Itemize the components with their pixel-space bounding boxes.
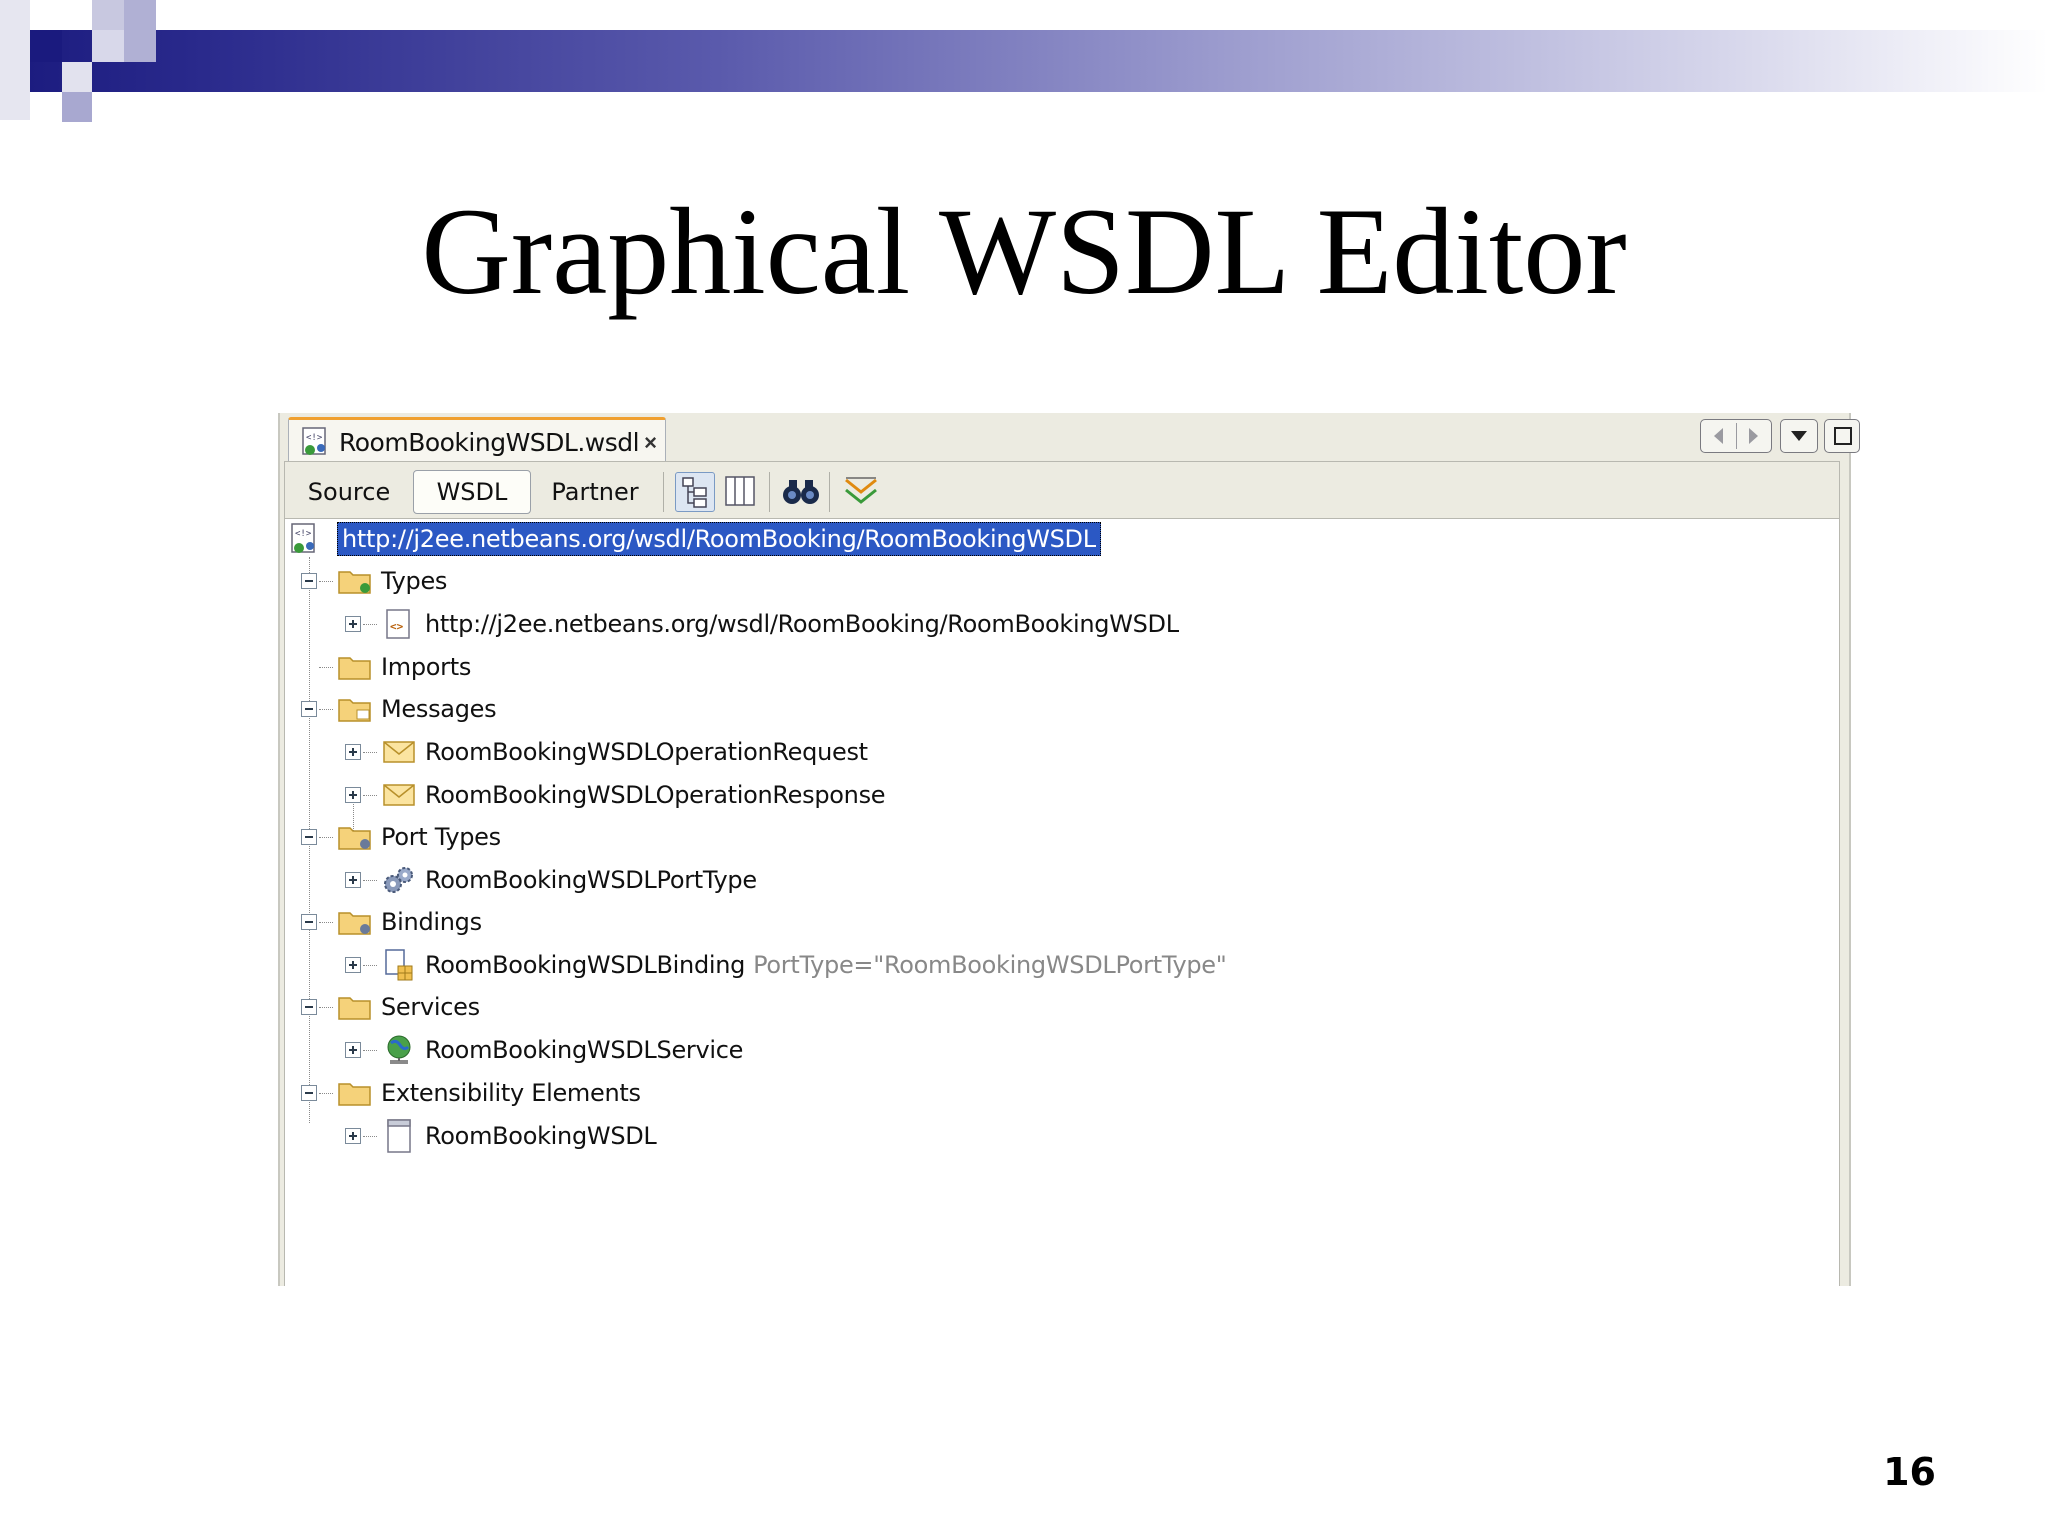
svg-text:<!>: <!>: [295, 529, 312, 539]
tree-node-messages[interactable]: Messages: [301, 689, 497, 729]
scroll-left-icon[interactable]: [1711, 427, 1727, 450]
decor-square: [62, 92, 92, 122]
envelope-icon: [381, 778, 417, 812]
toolbar-separator: [769, 472, 770, 512]
expand-toggle[interactable]: [345, 872, 361, 888]
decor-square: [92, 0, 124, 30]
wsdl-editor-window: <!> RoomBookingWSDL.wsdl × Source WSDL P…: [278, 413, 1860, 1286]
dropdown-button[interactable]: [1780, 419, 1818, 453]
tree-node-label: Services: [381, 993, 480, 1021]
tree-node-binding[interactable]: RoomBookingWSDLBinding PortType="RoomBoo…: [345, 945, 1227, 985]
folder-icon: [337, 650, 373, 684]
expand-toggle[interactable]: [345, 1128, 361, 1144]
slide-number: 16: [1883, 1450, 1936, 1494]
decor-square: [30, 30, 62, 62]
toolbar-separator: [663, 472, 664, 512]
envelope-icon: [381, 735, 417, 769]
tree-node-services[interactable]: Services: [301, 987, 480, 1027]
tree-node-label: Messages: [381, 695, 497, 723]
editor-tab[interactable]: <!> RoomBookingWSDL.wsdl ×: [288, 417, 666, 461]
maximize-icon: [1833, 426, 1853, 451]
wsdl-view-button[interactable]: WSDL: [413, 470, 531, 514]
tab-title: RoomBookingWSDL.wsdl: [339, 428, 640, 457]
tree-node-bindings[interactable]: Bindings: [301, 902, 482, 942]
tree-node-label: http://j2ee.netbeans.org/wsdl/RoomBookin…: [425, 610, 1179, 638]
globe-icon: [381, 1033, 417, 1067]
partner-view-button[interactable]: Partner: [535, 470, 655, 514]
folder-icon: [337, 1076, 373, 1110]
expand-toggle[interactable]: [345, 1042, 361, 1058]
decor-square: [92, 30, 124, 62]
folder-icon: [337, 990, 373, 1024]
tree-node-label: RoomBookingWSDLService: [425, 1036, 744, 1064]
maximize-button[interactable]: [1824, 419, 1860, 453]
collapse-toggle[interactable]: [301, 701, 317, 717]
schema-icon: <>: [381, 607, 417, 641]
tree-node-label: Imports: [381, 653, 472, 681]
tree-node-imports[interactable]: Imports: [301, 647, 471, 687]
decor-square: [62, 62, 92, 92]
wsdl-file-icon: <!>: [301, 426, 331, 463]
scroll-right-icon[interactable]: [1745, 427, 1761, 450]
collapse-toggle[interactable]: [301, 1085, 317, 1101]
document-icon: [381, 1119, 417, 1153]
tree-node-message[interactable]: RoomBookingWSDLOperationResponse: [345, 775, 886, 815]
tree-node-schema[interactable]: <> http://j2ee.netbeans.org/wsdl/RoomBoo…: [345, 604, 1179, 644]
collapse-toggle[interactable]: [301, 829, 317, 845]
tree-node-label: RoomBookingWSDLPortType: [425, 866, 757, 894]
tree-node-label: RoomBookingWSDLBinding: [425, 951, 746, 979]
expand-toggle[interactable]: [345, 957, 361, 973]
types-folder-icon: [337, 564, 373, 598]
tree-node-message[interactable]: RoomBookingWSDLOperationRequest: [345, 732, 868, 772]
expand-toggle[interactable]: [345, 744, 361, 760]
toolbar-separator: [829, 472, 830, 512]
tree-node-label: RoomBookingWSDLOperationRequest: [425, 738, 868, 766]
header-band: [0, 30, 2048, 92]
tree-node-label: Port Types: [381, 823, 501, 851]
binding-icon: [381, 948, 417, 982]
gears-icon: [381, 863, 417, 897]
wsdl-file-icon: <!>: [287, 522, 323, 556]
porttypes-folder-icon: [337, 820, 373, 854]
expand-toggle[interactable]: [345, 787, 361, 803]
dropdown-icon: [1789, 429, 1809, 448]
decor-square: [124, 0, 156, 62]
scroll-tabs-group: [1700, 419, 1772, 453]
tree-node-label: RoomBookingWSDLOperationResponse: [425, 781, 886, 809]
validate-xml-icon[interactable]: [841, 472, 881, 512]
decor-square: [0, 0, 30, 120]
porttype-attribute: PortType="RoomBookingWSDLPortType": [753, 951, 1227, 979]
collapse-toggle[interactable]: [301, 573, 317, 589]
tree-node-service[interactable]: RoomBookingWSDLService: [345, 1030, 743, 1070]
slide-title: Graphical WSDL Editor: [421, 183, 1627, 320]
tree-node-types[interactable]: Types: [301, 561, 447, 601]
tree-node-label: Extensibility Elements: [381, 1079, 641, 1107]
collapse-toggle[interactable]: [301, 914, 317, 930]
bindings-folder-icon: [337, 905, 373, 939]
tree-node-label: RoomBookingWSDL: [425, 1122, 657, 1150]
svg-text:<>: <>: [390, 620, 404, 633]
messages-folder-icon: [337, 692, 373, 726]
wsdl-tree: <!> http://j2ee.netbeans.org/wsdl/RoomBo…: [284, 519, 1840, 1286]
tree-node-extensibility[interactable]: Extensibility Elements: [301, 1073, 641, 1113]
tree-node-label: Bindings: [381, 908, 482, 936]
source-view-button[interactable]: Source: [293, 470, 405, 514]
divider: [1736, 423, 1737, 449]
svg-text:<!>: <!>: [306, 433, 323, 443]
decor-square: [30, 0, 62, 30]
tree-node-label: Types: [381, 567, 448, 595]
close-icon[interactable]: ×: [644, 430, 657, 456]
tree-node-porttype[interactable]: RoomBookingWSDLPortType: [345, 860, 757, 900]
root-namespace-label: http://j2ee.netbeans.org/wsdl/RoomBookin…: [337, 522, 1101, 556]
tree-root[interactable]: <!> http://j2ee.netbeans.org/wsdl/RoomBo…: [287, 519, 1101, 559]
collapse-toggle[interactable]: [301, 999, 317, 1015]
column-view-icon[interactable]: [721, 472, 761, 512]
expand-toggle[interactable]: [345, 616, 361, 632]
tree-node-port-types[interactable]: Port Types: [301, 817, 501, 857]
tree-view-icon[interactable]: [675, 472, 715, 512]
editor-toolbar: Source WSDL Partner: [284, 461, 1840, 519]
find-binoculars-icon[interactable]: [781, 472, 821, 512]
tree-node-extension[interactable]: RoomBookingWSDL: [345, 1116, 657, 1156]
